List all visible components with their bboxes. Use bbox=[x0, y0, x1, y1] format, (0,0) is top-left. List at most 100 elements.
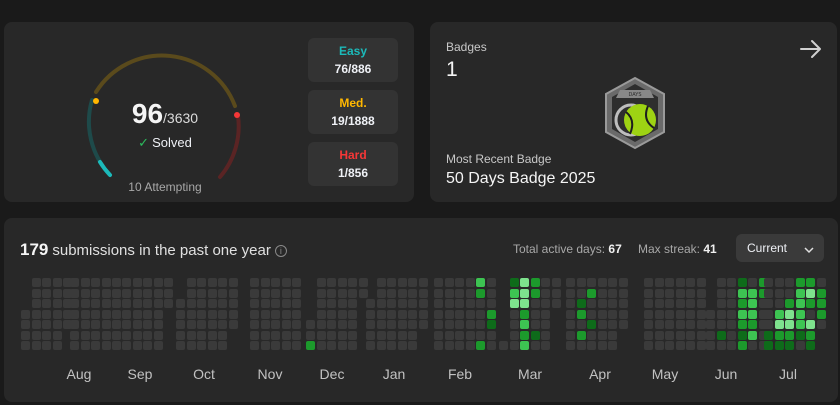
heatmap-cell[interactable] bbox=[541, 288, 550, 298]
heatmap-cell[interactable] bbox=[70, 341, 79, 350]
heatmap-cell[interactable] bbox=[408, 320, 417, 329]
heatmap-cell[interactable] bbox=[644, 309, 653, 319]
heatmap-cell[interactable] bbox=[509, 288, 519, 298]
heatmap-cell[interactable] bbox=[465, 299, 475, 308]
heatmap-cell[interactable] bbox=[397, 288, 407, 298]
heatmap-cell[interactable] bbox=[696, 320, 706, 329]
heatmap-cell[interactable] bbox=[706, 330, 715, 340]
heatmap-cell[interactable] bbox=[292, 341, 301, 350]
heatmap-cell[interactable] bbox=[608, 330, 617, 340]
heatmap-cell[interactable] bbox=[101, 299, 111, 308]
heatmap-cell[interactable] bbox=[132, 288, 142, 298]
heatmap-cell[interactable] bbox=[101, 341, 111, 350]
heatmap-cell[interactable] bbox=[465, 341, 475, 350]
heatmap-cell[interactable] bbox=[486, 278, 496, 287]
heatmap-cell[interactable] bbox=[207, 278, 217, 287]
heatmap-cell[interactable] bbox=[176, 341, 185, 350]
heatmap-cell[interactable] bbox=[327, 309, 336, 319]
heatmap-cell[interactable] bbox=[52, 299, 62, 308]
heatmap-cell[interactable] bbox=[122, 309, 131, 319]
heatmap-cell[interactable] bbox=[795, 288, 805, 298]
heatmap-cell[interactable] bbox=[31, 309, 41, 319]
heatmap-cell[interactable] bbox=[218, 309, 227, 319]
heatmap-cell[interactable] bbox=[587, 309, 596, 319]
heatmap-cell[interactable] bbox=[806, 278, 815, 287]
heatmap-cell[interactable] bbox=[608, 288, 617, 298]
heatmap-cell[interactable] bbox=[250, 299, 259, 308]
heatmap-cell[interactable] bbox=[541, 278, 550, 287]
heatmap-cell[interactable] bbox=[80, 299, 90, 308]
heatmap-cell[interactable] bbox=[21, 330, 30, 340]
heatmap-cell[interactable] bbox=[376, 278, 386, 287]
heatmap-cell[interactable] bbox=[686, 278, 695, 287]
heatmap-cell[interactable] bbox=[186, 299, 196, 308]
heatmap-cell[interactable] bbox=[686, 299, 695, 308]
heatmap-cell[interactable] bbox=[509, 330, 519, 340]
heatmap-cell[interactable] bbox=[397, 341, 407, 350]
heatmap-cell[interactable] bbox=[387, 278, 396, 287]
heatmap-cell[interactable] bbox=[250, 309, 259, 319]
heatmap-cell[interactable] bbox=[587, 288, 596, 298]
heatmap-cell[interactable] bbox=[608, 309, 617, 319]
heatmap-cell[interactable] bbox=[486, 341, 496, 350]
heatmap-cell[interactable] bbox=[271, 309, 280, 319]
heatmap-cell[interactable] bbox=[143, 288, 152, 298]
heatmap-cell[interactable] bbox=[576, 309, 586, 319]
heatmap-cell[interactable] bbox=[397, 309, 407, 319]
heatmap-cell[interactable] bbox=[260, 288, 270, 298]
heatmap-cell[interactable] bbox=[80, 320, 90, 329]
heatmap-cell[interactable] bbox=[476, 341, 485, 350]
heatmap-cell[interactable] bbox=[292, 288, 301, 298]
heatmap-cell[interactable] bbox=[509, 320, 519, 329]
arrow-right-icon[interactable] bbox=[798, 36, 824, 62]
heatmap-cell[interactable] bbox=[686, 330, 695, 340]
heatmap-cell[interactable] bbox=[176, 320, 185, 329]
heatmap-cell[interactable] bbox=[376, 299, 386, 308]
heatmap-cell[interactable] bbox=[520, 278, 529, 287]
heatmap-cell[interactable] bbox=[366, 330, 375, 340]
heatmap-cell[interactable] bbox=[112, 288, 121, 298]
heatmap-cell[interactable] bbox=[228, 278, 238, 287]
heatmap-cell[interactable] bbox=[112, 278, 121, 287]
heatmap-cell[interactable] bbox=[250, 341, 259, 350]
heatmap-cell[interactable] bbox=[455, 288, 464, 298]
heatmap-cell[interactable] bbox=[408, 330, 417, 340]
heatmap-cell[interactable] bbox=[566, 341, 575, 350]
heatmap-cell[interactable] bbox=[122, 320, 131, 329]
heatmap-cell[interactable] bbox=[164, 299, 173, 308]
heatmap-cell[interactable] bbox=[91, 330, 100, 340]
heatmap-cell[interactable] bbox=[551, 299, 561, 308]
heatmap-cell[interactable] bbox=[465, 330, 475, 340]
heatmap-cell[interactable] bbox=[785, 278, 794, 287]
heatmap-cell[interactable] bbox=[80, 288, 90, 298]
heatmap-cell[interactable] bbox=[348, 341, 357, 350]
heatmap-cell[interactable] bbox=[52, 278, 62, 287]
heatmap-cell[interactable] bbox=[376, 320, 386, 329]
heatmap-cell[interactable] bbox=[358, 288, 368, 298]
heatmap-cell[interactable] bbox=[608, 299, 617, 308]
heatmap-cell[interactable] bbox=[101, 309, 111, 319]
heatmap-cell[interactable] bbox=[541, 309, 550, 319]
heatmap-cell[interactable] bbox=[530, 309, 540, 319]
heatmap-cell[interactable] bbox=[218, 320, 227, 329]
heatmap-cell[interactable] bbox=[706, 320, 715, 329]
heatmap-cell[interactable] bbox=[665, 278, 674, 287]
heatmap-cell[interactable] bbox=[228, 320, 238, 329]
heatmap-cell[interactable] bbox=[665, 320, 674, 329]
heatmap-cell[interactable] bbox=[576, 341, 586, 350]
heatmap-cell[interactable] bbox=[444, 341, 454, 350]
heatmap-cell[interactable] bbox=[795, 309, 805, 319]
heatmap-cell[interactable] bbox=[686, 309, 695, 319]
heatmap-cell[interactable] bbox=[112, 309, 121, 319]
heatmap-cell[interactable] bbox=[153, 299, 163, 308]
heatmap-cell[interactable] bbox=[686, 341, 695, 350]
heatmap-cell[interactable] bbox=[520, 309, 529, 319]
heatmap-cell[interactable] bbox=[153, 320, 163, 329]
heatmap-cell[interactable] bbox=[348, 288, 357, 298]
heatmap-cell[interactable] bbox=[541, 341, 550, 350]
heatmap-cell[interactable] bbox=[587, 278, 596, 287]
heatmap-cell[interactable] bbox=[153, 288, 163, 298]
heatmap-cell[interactable] bbox=[566, 309, 575, 319]
heatmap-cell[interactable] bbox=[748, 309, 757, 319]
heatmap-cell[interactable] bbox=[686, 288, 695, 298]
